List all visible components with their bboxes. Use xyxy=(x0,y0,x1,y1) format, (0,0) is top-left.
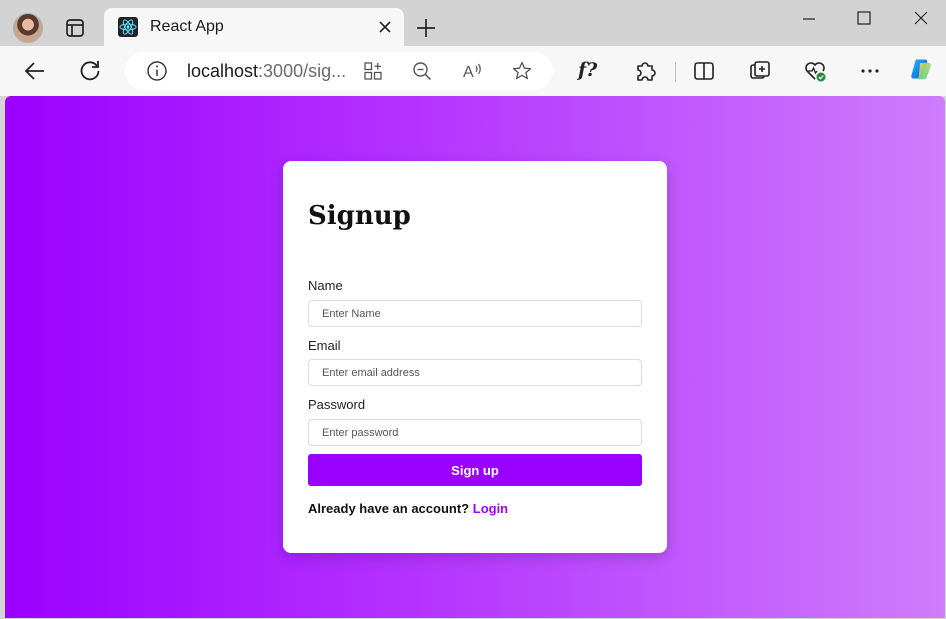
more-icon[interactable] xyxy=(857,58,883,84)
email-field[interactable] xyxy=(308,359,642,386)
copilot-icon[interactable] xyxy=(908,56,938,86)
minimize-icon[interactable] xyxy=(794,6,824,32)
login-link[interactable]: Login xyxy=(473,501,508,516)
password-field[interactable] xyxy=(308,419,642,446)
app-available-icon[interactable] xyxy=(362,60,384,82)
url-path: :3000/sig... xyxy=(258,61,347,81)
info-icon[interactable] xyxy=(146,60,168,82)
profile-avatar[interactable] xyxy=(13,13,43,43)
page-viewport: Signup Name Email Password Sign up Alrea… xyxy=(5,96,945,618)
formula-icon[interactable]: f? xyxy=(578,59,597,81)
toolbar-divider xyxy=(675,62,676,82)
plus-icon[interactable] xyxy=(413,15,439,41)
close-window-icon[interactable] xyxy=(906,6,936,32)
name-label: Name xyxy=(308,278,343,293)
url-host: localhost xyxy=(187,61,259,81)
browser-toolbar: localhost:3000/sig... A f? xyxy=(0,46,946,96)
email-label: Email xyxy=(308,338,341,353)
split-screen-icon[interactable] xyxy=(691,58,717,84)
address-bar[interactable]: localhost:3000/sig... A xyxy=(125,52,553,90)
tab-actions-icon[interactable] xyxy=(62,15,88,41)
page-title: Signup xyxy=(308,201,411,231)
login-prompt: Already have an account? Login xyxy=(308,501,508,516)
collections-icon[interactable] xyxy=(747,58,773,84)
maximize-icon[interactable] xyxy=(849,6,879,32)
zoom-out-icon[interactable] xyxy=(411,60,433,82)
read-aloud-glyph: A xyxy=(463,64,474,81)
url-text[interactable]: localhost:3000/sig... xyxy=(187,61,346,82)
tab-strip: React App xyxy=(0,0,946,47)
signup-card: Signup Name Email Password Sign up Alrea… xyxy=(283,161,667,553)
react-favicon xyxy=(118,17,138,37)
name-field[interactable] xyxy=(308,300,642,327)
signup-button[interactable]: Sign up xyxy=(308,454,642,486)
extensions-icon[interactable] xyxy=(632,58,658,84)
back-arrow-icon[interactable] xyxy=(22,58,48,84)
refresh-icon[interactable] xyxy=(77,58,103,84)
favorite-star-icon[interactable] xyxy=(511,60,533,82)
password-label: Password xyxy=(308,397,366,412)
tab-title: React App xyxy=(150,18,224,35)
read-aloud-icon[interactable]: A xyxy=(461,60,483,82)
browser-essentials-icon[interactable] xyxy=(802,58,828,84)
tab-react-app[interactable]: React App xyxy=(104,8,404,47)
close-icon[interactable] xyxy=(376,18,394,36)
login-prompt-text: Already have an account? xyxy=(308,501,470,516)
